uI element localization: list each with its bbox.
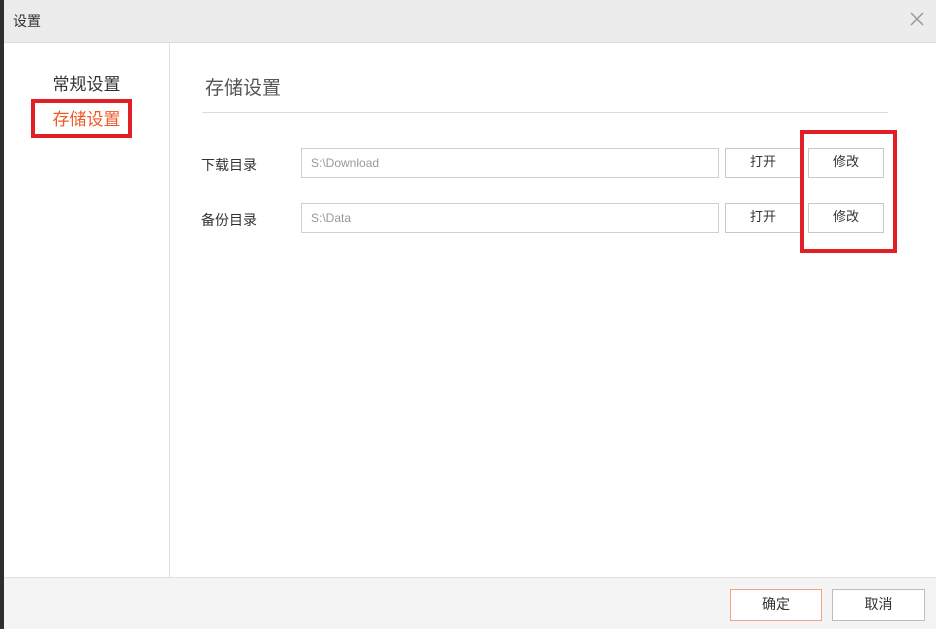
close-icon[interactable] [906, 8, 928, 30]
page-title: 存储设置 [205, 77, 282, 99]
settings-dialog: 设置 常规设置 存储设置 存储设置 下载目录 打开 修改 备份目录 打开 修改 … [4, 0, 936, 629]
cancel-button[interactable]: 取消 [832, 589, 925, 621]
backup-dir-label: 备份目录 [201, 213, 257, 229]
download-open-button[interactable]: 打开 [725, 148, 801, 178]
sidebar: 常规设置 存储设置 [4, 43, 170, 577]
annotation-highlight-modify [800, 130, 897, 253]
dialog-footer: 确定 取消 [4, 577, 936, 629]
backup-open-button[interactable]: 打开 [725, 203, 801, 233]
download-dir-input[interactable] [301, 148, 719, 178]
dialog-title: 设置 [13, 14, 41, 30]
title-bar: 设置 [4, 0, 936, 43]
backup-dir-input[interactable] [301, 203, 719, 233]
sidebar-item-general[interactable]: 常规设置 [4, 70, 169, 95]
annotation-highlight-sidebar [31, 99, 132, 138]
ok-button[interactable]: 确定 [730, 589, 822, 621]
divider [202, 112, 888, 113]
download-dir-label: 下载目录 [201, 158, 257, 174]
